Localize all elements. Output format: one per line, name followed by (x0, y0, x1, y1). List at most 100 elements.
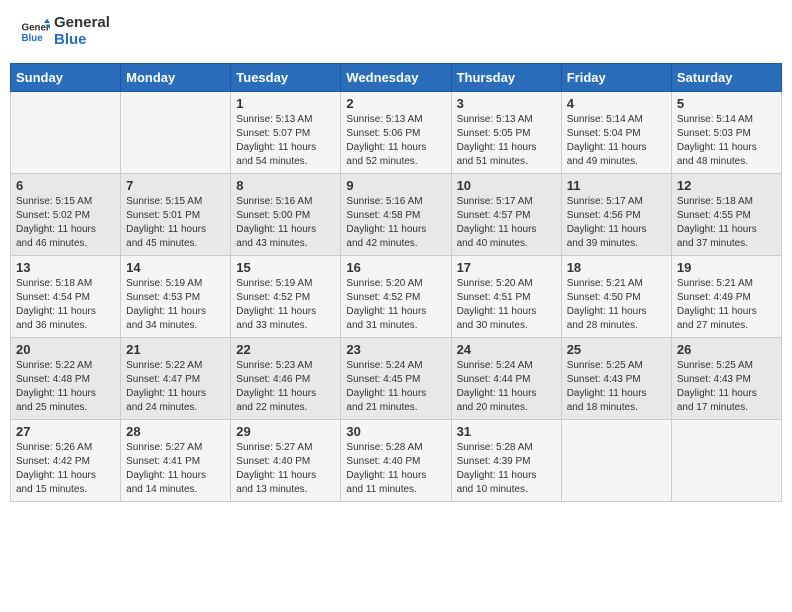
calendar-cell: 25Sunrise: 5:25 AMSunset: 4:43 PMDayligh… (561, 338, 671, 420)
calendar-cell: 1 Sunrise: 5:13 AMSunset: 5:07 PMDaylight… (231, 92, 341, 174)
calendar-cell: 19 Sunrise: 5:21 AMSunset: 4:49 PMDayligh… (671, 256, 781, 338)
day-info: Sunrise: 5:26 AMSunset: 4:42 PMDaylight:… (16, 441, 115, 497)
calendar-cell: 28 Sunrise: 5:27 AMSunset: 4:41 PMDayligh… (121, 420, 231, 502)
day-number: 19 (677, 260, 776, 275)
week-row-1: 6 Sunrise: 5:15 AMSunset: 5:02 PMDaylight… (11, 174, 782, 256)
day-info: Sunrise: 5:17 AMSunset: 4:56 PMDaylight:… (567, 195, 666, 251)
calendar-cell (11, 92, 121, 174)
day-info: Sunrise: 5:13 AMSunset: 5:05 PMDaylight:… (457, 113, 556, 169)
svg-text:General: General (22, 22, 51, 33)
day-info: Sunrise: 5:13 AMSunset: 5:07 PMDaylight:… (236, 113, 335, 169)
calendar-table: SundayMondayTuesdayWednesdayThursdayFrid… (10, 63, 782, 502)
calendar-cell: 15 Sunrise: 5:19 AMSunset: 4:52 PMDayligh… (231, 256, 341, 338)
day-number: 20 (16, 342, 115, 357)
day-number: 13 (16, 260, 115, 275)
logo-blue-text: Blue (54, 32, 110, 49)
calendar-cell: 5Sunrise: 5:14 AMSunset: 5:03 PMDaylight… (671, 92, 781, 174)
day-info: Sunrise: 5:22 AMSunset: 4:47 PMDaylight:… (126, 359, 225, 415)
day-number: 26 (677, 342, 776, 357)
day-info: Sunrise: 5:27 AMSunset: 4:41 PMDaylight:… (126, 441, 225, 497)
calendar-cell (671, 420, 781, 502)
calendar-cell: 30 Sunrise: 5:28 AMSunset: 4:40 PMDayligh… (341, 420, 451, 502)
day-info: Sunrise: 5:23 AMSunset: 4:46 PMDaylight:… (236, 359, 335, 415)
day-number: 6 (16, 178, 115, 193)
day-number: 25 (567, 342, 666, 357)
day-number: 21 (126, 342, 225, 357)
header-saturday: Saturday (671, 64, 781, 92)
calendar-cell: 9Sunrise: 5:16 AMSunset: 4:58 PMDaylight… (341, 174, 451, 256)
logo-icon: General Blue (20, 17, 50, 47)
day-number: 11 (567, 178, 666, 193)
calendar-cell: 29 Sunrise: 5:27 AMSunset: 4:40 PMDayligh… (231, 420, 341, 502)
day-info: Sunrise: 5:16 AMSunset: 5:00 PMDaylight:… (236, 195, 335, 251)
day-number: 17 (457, 260, 556, 275)
day-number: 30 (346, 424, 445, 439)
calendar-cell (121, 92, 231, 174)
calendar-cell: 20 Sunrise: 5:22 AMSunset: 4:48 PMDayligh… (11, 338, 121, 420)
day-number: 15 (236, 260, 335, 275)
header-monday: Monday (121, 64, 231, 92)
calendar-cell: 26 Sunrise: 5:25 AMSunset: 4:43 PMDayligh… (671, 338, 781, 420)
header-sunday: Sunday (11, 64, 121, 92)
calendar-cell: 11 Sunrise: 5:17 AMSunset: 4:56 PMDayligh… (561, 174, 671, 256)
day-number: 27 (16, 424, 115, 439)
day-number: 28 (126, 424, 225, 439)
calendar-cell: 21 Sunrise: 5:22 AMSunset: 4:47 PMDayligh… (121, 338, 231, 420)
day-info: Sunrise: 5:18 AMSunset: 4:55 PMDaylight:… (677, 195, 776, 251)
day-info: Sunrise: 5:19 AMSunset: 4:52 PMDaylight:… (236, 277, 335, 333)
day-info: Sunrise: 5:21 AMSunset: 4:50 PMDaylight:… (567, 277, 666, 333)
header-tuesday: Tuesday (231, 64, 341, 92)
day-info: Sunrise: 5:19 AMSunset: 4:53 PMDaylight:… (126, 277, 225, 333)
day-number: 9 (346, 178, 445, 193)
day-info: Sunrise: 5:28 AMSunset: 4:40 PMDaylight:… (346, 441, 445, 497)
day-number: 12 (677, 178, 776, 193)
day-info: Sunrise: 5:20 AMSunset: 4:51 PMDaylight:… (457, 277, 556, 333)
header-wednesday: Wednesday (341, 64, 451, 92)
calendar-cell: 8 Sunrise: 5:16 AMSunset: 5:00 PMDaylight… (231, 174, 341, 256)
day-info: Sunrise: 5:13 AMSunset: 5:06 PMDaylight:… (346, 113, 445, 169)
calendar-body: 1 Sunrise: 5:13 AMSunset: 5:07 PMDaylight… (11, 92, 782, 502)
day-info: Sunrise: 5:24 AMSunset: 4:44 PMDaylight:… (457, 359, 556, 415)
header-friday: Friday (561, 64, 671, 92)
logo-general-text: General (54, 15, 110, 32)
calendar-cell: 27 Sunrise: 5:26 AMSunset: 4:42 PMDayligh… (11, 420, 121, 502)
day-number: 7 (126, 178, 225, 193)
calendar-cell: 7Sunrise: 5:15 AMSunset: 5:01 PMDaylight… (121, 174, 231, 256)
calendar-cell: 16 Sunrise: 5:20 AMSunset: 4:52 PMDayligh… (341, 256, 451, 338)
day-info: Sunrise: 5:21 AMSunset: 4:49 PMDaylight:… (677, 277, 776, 333)
calendar-cell: 4Sunrise: 5:14 AMSunset: 5:04 PMDaylight… (561, 92, 671, 174)
day-number: 16 (346, 260, 445, 275)
calendar-cell: 6 Sunrise: 5:15 AMSunset: 5:02 PMDaylight… (11, 174, 121, 256)
day-info: Sunrise: 5:27 AMSunset: 4:40 PMDaylight:… (236, 441, 335, 497)
calendar-cell: 24 Sunrise: 5:24 AMSunset: 4:44 PMDayligh… (451, 338, 561, 420)
day-number: 14 (126, 260, 225, 275)
day-number: 18 (567, 260, 666, 275)
day-info: Sunrise: 5:22 AMSunset: 4:48 PMDaylight:… (16, 359, 115, 415)
calendar-cell: 22 Sunrise: 5:23 AMSunset: 4:46 PMDayligh… (231, 338, 341, 420)
calendar-cell: 31Sunrise: 5:28 AMSunset: 4:39 PMDayligh… (451, 420, 561, 502)
day-number: 8 (236, 178, 335, 193)
calendar-cell: 12 Sunrise: 5:18 AMSunset: 4:55 PMDayligh… (671, 174, 781, 256)
day-number: 22 (236, 342, 335, 357)
calendar-cell: 3 Sunrise: 5:13 AMSunset: 5:05 PMDaylight… (451, 92, 561, 174)
day-info: Sunrise: 5:14 AMSunset: 5:03 PMDaylight:… (677, 113, 776, 169)
day-number: 10 (457, 178, 556, 193)
day-info: Sunrise: 5:20 AMSunset: 4:52 PMDaylight:… (346, 277, 445, 333)
week-row-0: 1 Sunrise: 5:13 AMSunset: 5:07 PMDaylight… (11, 92, 782, 174)
day-number: 3 (457, 96, 556, 111)
day-number: 1 (236, 96, 335, 111)
week-row-2: 13Sunrise: 5:18 AMSunset: 4:54 PMDayligh… (11, 256, 782, 338)
header-thursday: Thursday (451, 64, 561, 92)
day-number: 23 (346, 342, 445, 357)
week-row-3: 20 Sunrise: 5:22 AMSunset: 4:48 PMDayligh… (11, 338, 782, 420)
calendar-cell: 2Sunrise: 5:13 AMSunset: 5:06 PMDaylight… (341, 92, 451, 174)
day-info: Sunrise: 5:17 AMSunset: 4:57 PMDaylight:… (457, 195, 556, 251)
calendar-cell (561, 420, 671, 502)
calendar-cell: 13Sunrise: 5:18 AMSunset: 4:54 PMDayligh… (11, 256, 121, 338)
day-info: Sunrise: 5:15 AMSunset: 5:02 PMDaylight:… (16, 195, 115, 251)
day-info: Sunrise: 5:28 AMSunset: 4:39 PMDaylight:… (457, 441, 556, 497)
day-info: Sunrise: 5:25 AMSunset: 4:43 PMDaylight:… (677, 359, 776, 415)
day-number: 29 (236, 424, 335, 439)
calendar-header: SundayMondayTuesdayWednesdayThursdayFrid… (11, 64, 782, 92)
day-number: 24 (457, 342, 556, 357)
